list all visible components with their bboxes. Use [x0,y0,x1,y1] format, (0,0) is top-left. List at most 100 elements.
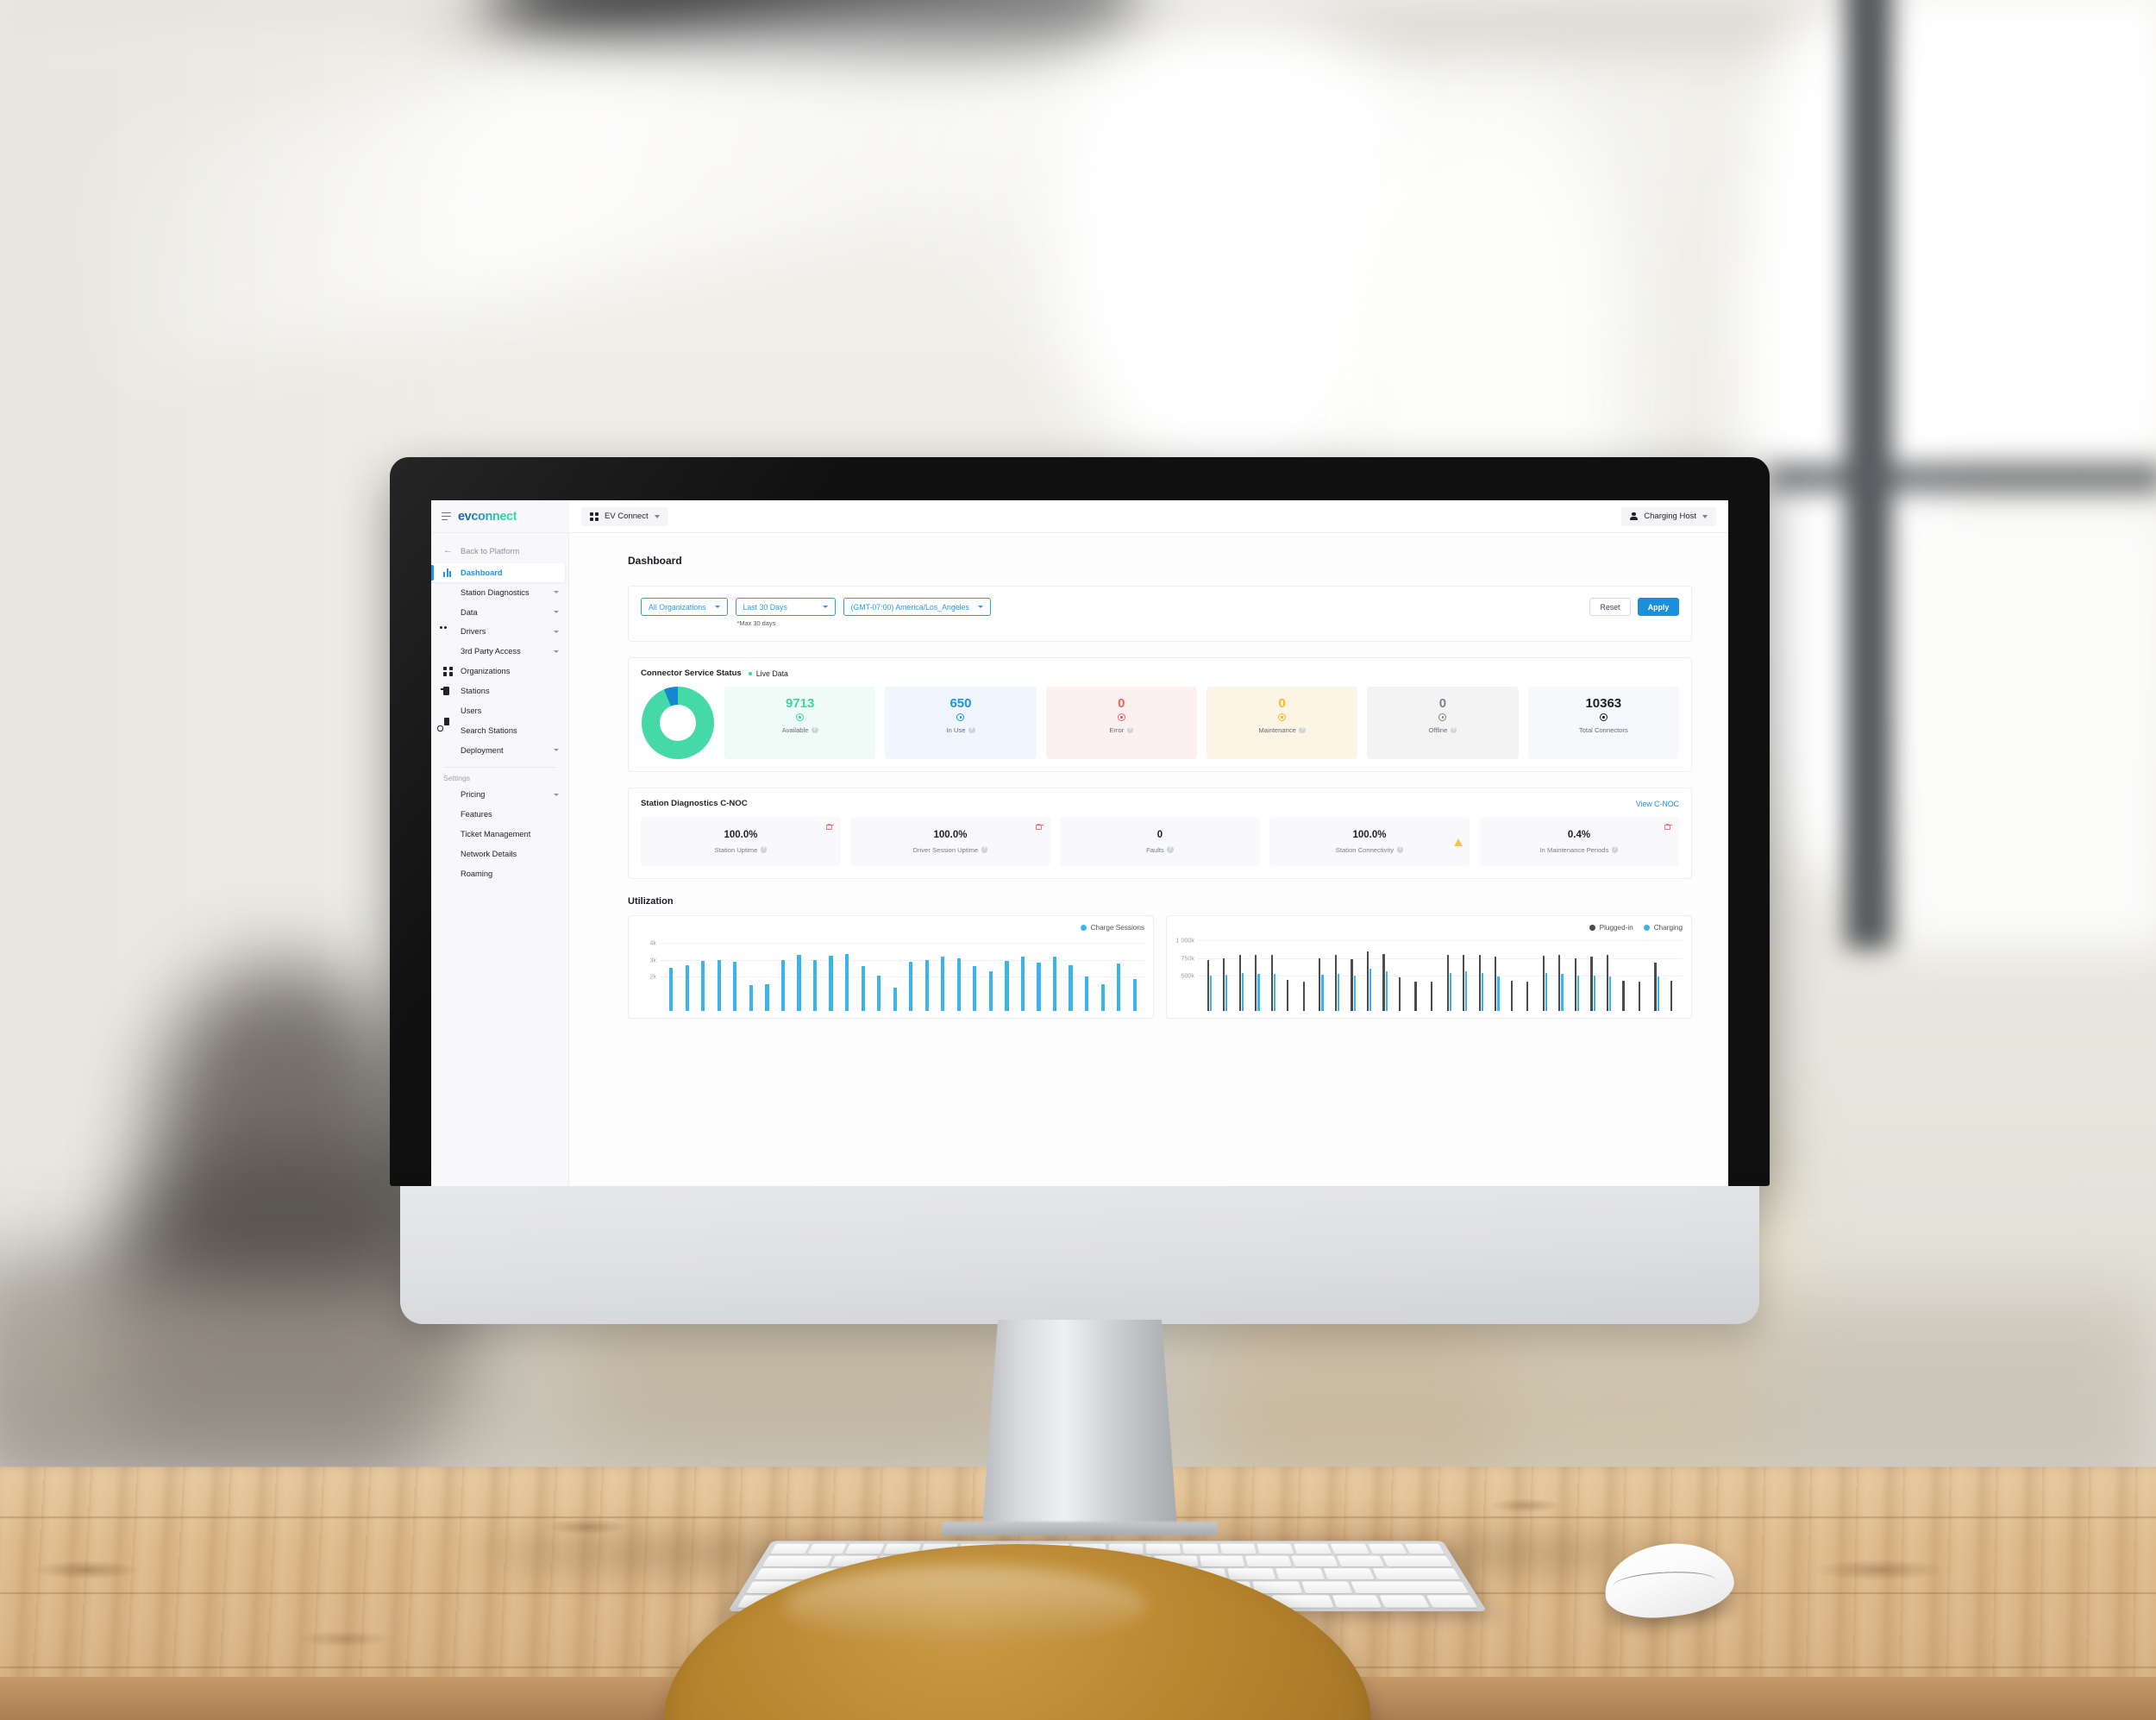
keyboard-key[interactable] [1368,1544,1407,1554]
bar-group[interactable] [1047,937,1063,1011]
bar-group[interactable] [1617,937,1633,1011]
bar-group[interactable] [1569,937,1585,1011]
help-icon[interactable]: ? [1167,846,1174,853]
bar-group[interactable] [1409,937,1426,1011]
bar-group[interactable] [1521,937,1538,1011]
legend-item[interactable]: Charging [1644,924,1683,932]
sidebar-item-users[interactable]: Users [431,701,568,720]
bar-group[interactable] [1015,937,1031,1011]
help-icon[interactable]: ? [1299,727,1306,734]
bar-group[interactable] [1201,937,1218,1011]
bar-group[interactable] [743,937,760,1011]
bar-group[interactable] [1425,937,1441,1011]
bar-group[interactable] [711,937,728,1011]
keyboard-key[interactable] [845,1544,884,1554]
sidebar-item-organizations[interactable]: Organizations [431,662,568,681]
help-icon[interactable]: ? [1397,846,1404,853]
sidebar-item-deployment[interactable]: Deployment [431,741,568,760]
keyboard-key[interactable] [1301,1581,1352,1593]
reset-button[interactable]: Reset [1589,598,1631,616]
bar-group[interactable] [1473,937,1489,1011]
keyboard-key[interactable] [1219,1544,1257,1554]
legend-item[interactable]: Plugged-in [1589,924,1633,932]
bar-group[interactable] [919,937,936,1011]
bar-group[interactable] [1457,937,1474,1011]
bar-group[interactable] [1297,937,1313,1011]
bar-group[interactable] [887,937,903,1011]
sidebar-item-drivers[interactable]: Drivers [431,623,568,642]
bar-group[interactable] [1126,937,1143,1011]
bar-group[interactable] [903,937,919,1011]
bar-group[interactable] [1345,937,1362,1011]
sidebar-item-3rd-party-access[interactable]: 3rd Party Access [431,643,568,662]
cnoc-station-uptime[interactable]: 100.0% Station Uptime ? [641,817,841,866]
keyboard-key[interactable] [1227,1568,1275,1579]
sidebar-item-station-diagnostics[interactable]: Station Diagnostics [431,583,568,602]
bar-group[interactable] [1361,937,1377,1011]
help-icon[interactable]: ? [1127,727,1134,734]
bar-group[interactable] [663,937,680,1011]
org-switcher[interactable]: EV Connect [581,507,668,526]
sidebar-item-network-details[interactable]: Network Details [431,844,568,863]
hamburger-icon[interactable] [442,512,451,521]
sidebar-item-stations[interactable]: Stations [431,681,568,700]
keyboard-key[interactable] [770,1544,811,1554]
bar-group[interactable] [1441,937,1457,1011]
kpi-error[interactable]: 0 Error ? [1046,687,1197,759]
keyboard-key[interactable] [1331,1544,1369,1554]
help-icon[interactable]: ? [812,727,818,734]
bar-group[interactable] [1031,937,1047,1011]
keyboard-key[interactable] [1200,1556,1245,1566]
keyboard-key[interactable] [1382,1556,1452,1566]
keyboard-key[interactable] [807,1544,847,1554]
sidebar-item-features[interactable]: Features [431,805,568,824]
bar-group[interactable] [807,937,824,1011]
bar-group[interactable] [935,937,951,1011]
help-icon[interactable]: ? [981,846,988,853]
bar-group[interactable] [951,937,968,1011]
bar-group[interactable] [1329,937,1345,1011]
kpi-maintenance[interactable]: 0 Maintenance ? [1206,687,1357,759]
bar-group[interactable] [823,937,839,1011]
sidebar-item-roaming[interactable]: Roaming [431,864,568,883]
bar-group[interactable] [727,937,743,1011]
kpi-in-use[interactable]: 650 In Use ? [885,687,1036,759]
keyboard-key[interactable] [1146,1544,1181,1554]
bar-group[interactable] [1062,937,1079,1011]
back-to-platform-link[interactable]: ← Back to Platform [431,540,568,563]
bar-group[interactable] [839,937,856,1011]
bar-group[interactable] [1111,937,1127,1011]
timezone-select[interactable]: (GMT-07:00) America/Los_Angeles [843,598,991,616]
bar-group[interactable] [1282,937,1298,1011]
bar-group[interactable] [1601,937,1617,1011]
help-icon[interactable]: ? [761,846,768,853]
sidebar-item-pricing[interactable]: Pricing [431,786,568,805]
bar-group[interactable] [680,937,696,1011]
bar-group[interactable] [1664,937,1681,1011]
sidebar-item-dashboard[interactable]: Dashboard [431,563,565,582]
help-icon[interactable]: ? [968,727,975,734]
sidebar-item-data[interactable]: Data [431,603,568,622]
keyboard-key[interactable] [1337,1556,1384,1566]
sidebar-item-search-stations[interactable]: Search Stations [431,721,568,740]
bar-group[interactable] [695,937,711,1011]
bar-group[interactable] [1079,937,1095,1011]
bar-group[interactable] [1265,937,1282,1011]
user-menu[interactable]: Charging Host [1621,507,1716,526]
bar-group[interactable] [871,937,887,1011]
bar-group[interactable] [1505,937,1521,1011]
cnoc-station-connectivity[interactable]: 100.0% Station Connectivity ? [1269,817,1470,866]
bar-group[interactable] [1233,937,1250,1011]
bar-group[interactable] [1313,937,1330,1011]
keyboard-key[interactable] [1405,1544,1445,1554]
bar-group[interactable] [775,937,792,1011]
bar-group[interactable] [791,937,807,1011]
view-cnoc-link[interactable]: View C-NOC [1636,800,1679,808]
keyboard-key[interactable] [1257,1544,1294,1554]
bar-group[interactable] [1649,937,1665,1011]
bar-group[interactable] [1218,937,1234,1011]
cnoc-in-maintenance-periods[interactable]: 0.4% In Maintenance Periods ? [1479,817,1679,866]
keyboard-key[interactable] [1351,1581,1470,1593]
keyboard-key[interactable] [1291,1556,1338,1566]
keyboard-key[interactable] [1324,1568,1374,1579]
